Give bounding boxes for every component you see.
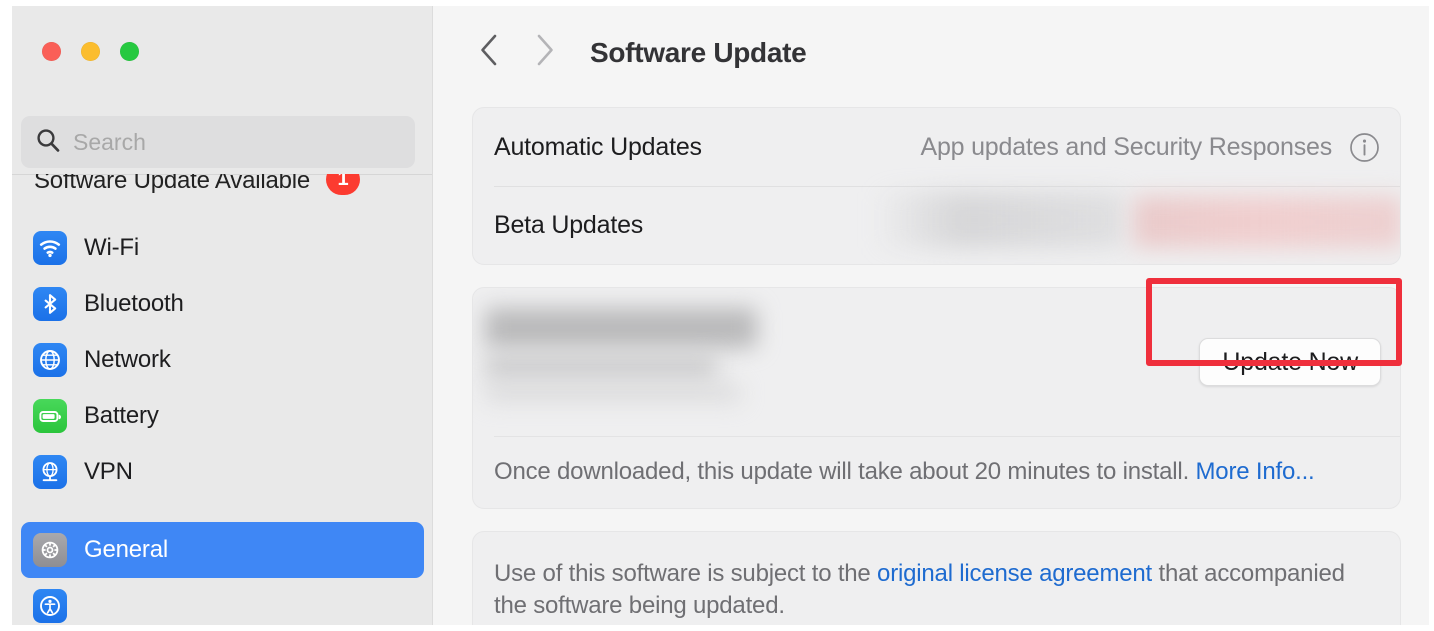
toolbar: Software Update [433,6,1429,99]
forward-button[interactable] [517,26,571,80]
redacted-region [1133,196,1400,248]
sidebar-item-accessibility[interactable]: Accessibility [21,578,424,625]
vpn-globe-icon [33,455,67,489]
banner-label: Software Update Available [34,174,311,194]
accessibility-icon [33,589,67,623]
update-details: Update Now [473,288,1400,436]
sidebar-item-wifi[interactable]: Wi-Fi [21,220,424,276]
note-text: Once downloaded, this update will take a… [494,458,1315,486]
redacted-region [873,192,1123,248]
battery-icon [33,399,67,433]
updates-settings-card: Automatic Updates App updates and Securi… [472,107,1401,265]
update-now-button[interactable]: Update Now [1199,338,1381,386]
sidebar-item-network[interactable]: Network [21,332,424,388]
sidebar-item-label: Network [84,346,171,373]
search-icon [35,127,61,158]
sidebar-item-label: Wi-Fi [84,234,139,261]
bluetooth-icon [33,287,67,321]
row-label: Automatic Updates [494,132,702,161]
sidebar: Software Update Available 1 [12,6,433,625]
row-value: App updates and Security Responses [920,132,1332,161]
sidebar-item-bluetooth[interactable]: Bluetooth [21,276,424,332]
gear-icon [33,533,67,567]
search-field[interactable] [21,116,415,168]
redacted-update-version [485,354,717,380]
beta-updates-row[interactable]: Beta Updates [473,186,1400,264]
sidebar-item-label: Battery [84,402,159,429]
minimize-button[interactable] [81,42,100,61]
software-update-available-banner[interactable]: Software Update Available 1 [12,174,432,202]
original-license-agreement-link[interactable]: original license agreement [877,560,1152,587]
sidebar-scroll-area[interactable]: Software Update Available 1 Wi-Fi Blueto… [12,174,432,625]
close-button[interactable] [42,42,61,61]
sidebar-item-vpn[interactable]: VPN [21,444,424,500]
main-pane: Software Update Automatic Updates App up… [433,6,1429,625]
sidebar-nav-list: Wi-Fi Bluetooth Network Battery VPN Gene… [12,202,432,625]
sidebar-item-general[interactable]: General [21,522,424,578]
more-info-link[interactable]: More Info... [1196,458,1315,485]
automatic-updates-row[interactable]: Automatic Updates App updates and Securi… [473,108,1400,186]
sidebar-item-label: General [84,536,168,563]
window-content: Software Update Available 1 [12,6,1429,625]
license-agreement-card: Use of this software is subject to the o… [472,531,1401,625]
redacted-update-size [485,384,741,402]
status-badge: 1 [326,174,361,195]
note-sentence: Once downloaded, this update will take a… [494,458,1196,485]
license-text-before: Use of this software is subject to the [494,560,878,587]
search-input[interactable] [73,128,401,156]
system-settings-window: Software Update Available 1 [0,0,1434,631]
update-install-note: Once downloaded, this update will take a… [473,436,1400,508]
row-label: Beta Updates [494,210,644,239]
page-title: Software Update [590,36,807,68]
nav-group-separator [12,500,432,522]
chevron-left-icon [476,32,504,73]
settings-content: Automatic Updates App updates and Securi… [433,99,1429,625]
redacted-update-name [485,308,757,348]
wifi-icon [33,231,67,265]
info-circle-icon[interactable] [1348,131,1380,163]
available-update-card: Update Now Once downloaded, this update … [472,287,1401,509]
sidebar-item-battery[interactable]: Battery [21,388,424,444]
window-controls [42,42,139,61]
chevron-right-icon [530,32,558,73]
globe-icon [33,343,67,377]
license-text: Use of this software is subject to the o… [494,558,1372,622]
back-button[interactable] [463,26,517,80]
sidebar-item-label: Bluetooth [84,290,184,317]
sidebar-item-label: VPN [84,458,133,485]
maximize-button[interactable] [120,42,139,61]
